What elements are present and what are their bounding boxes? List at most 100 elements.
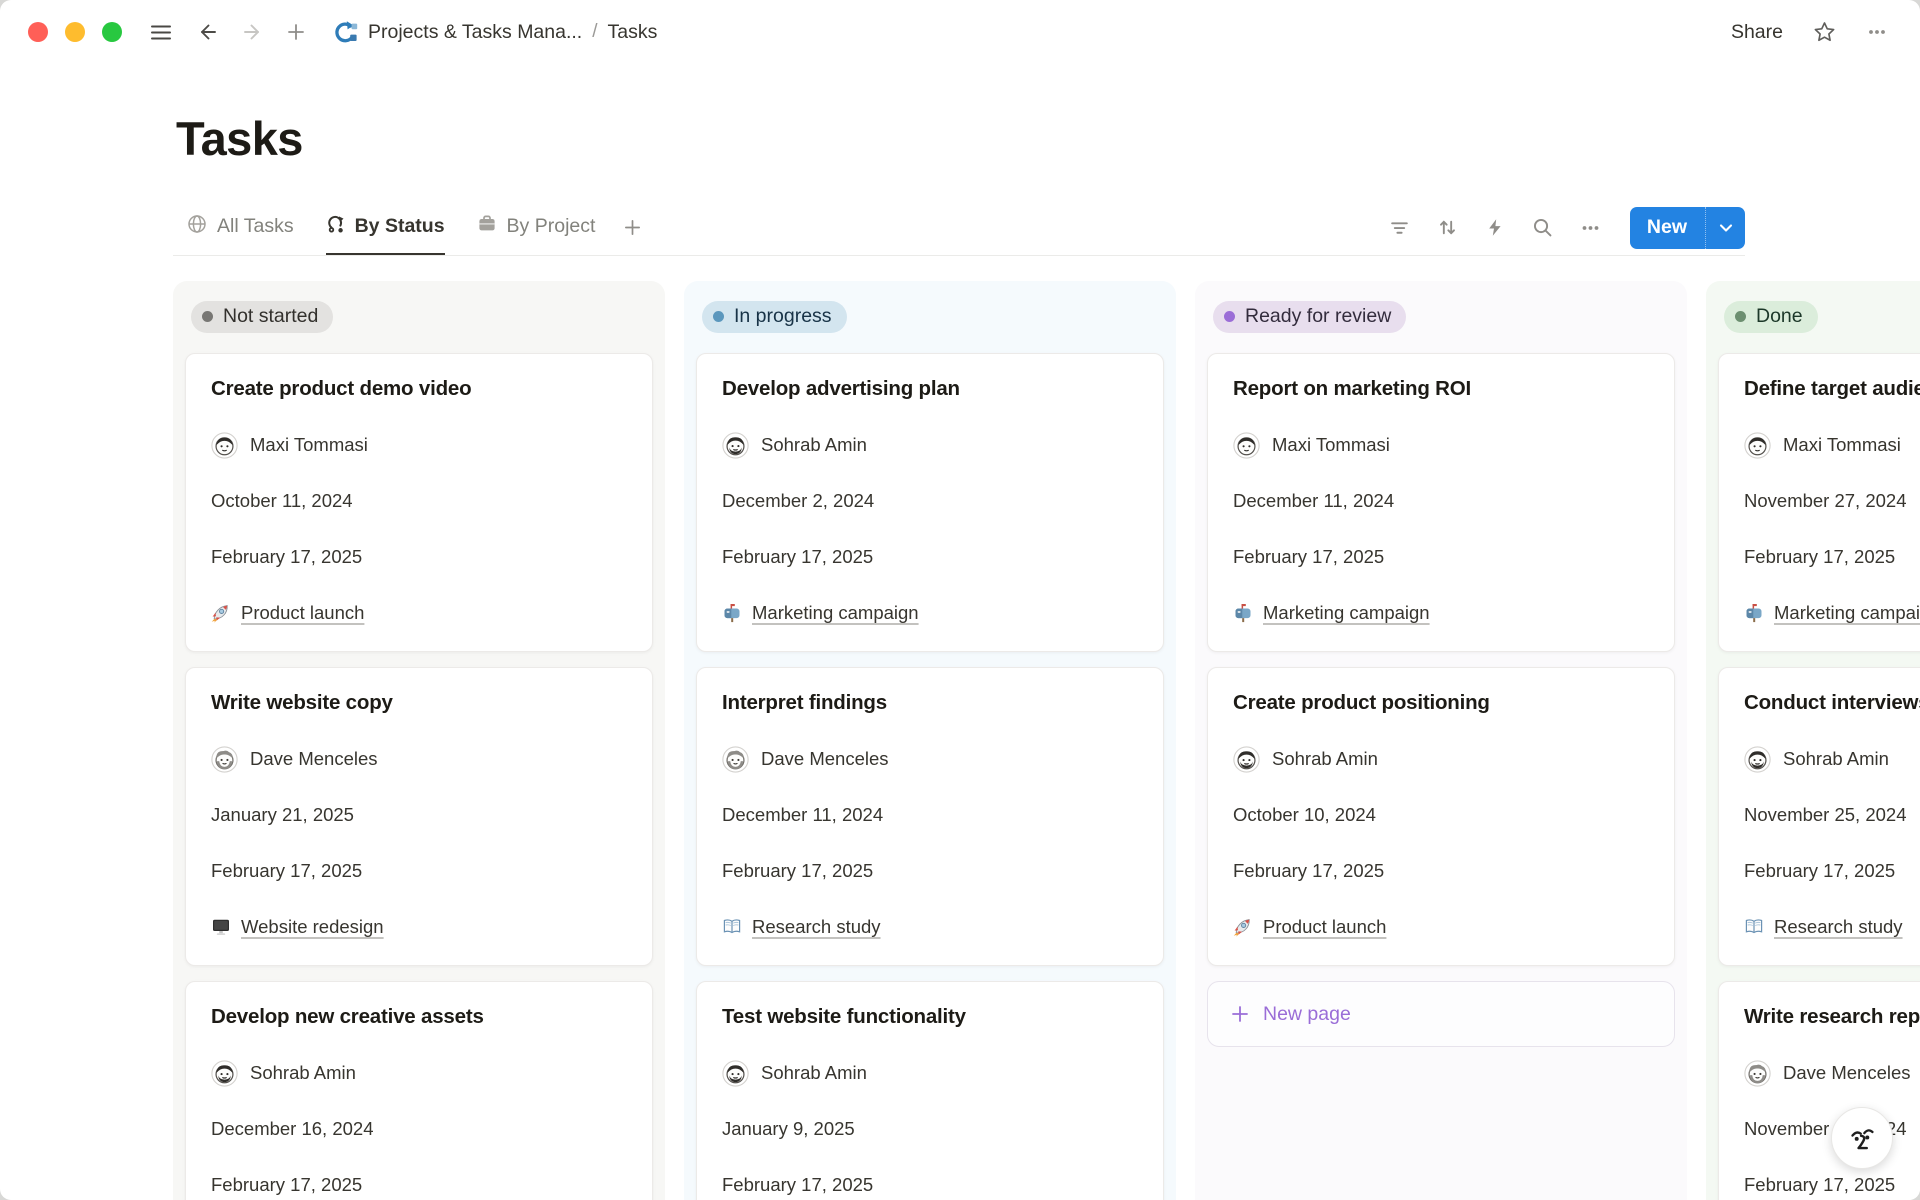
task-card[interactable]: Interpret findings Dave Menceles Decembe… [696,667,1164,966]
chevron-down-icon[interactable] [1705,207,1745,249]
due-date: February 17, 2025 [1233,857,1649,885]
status-label: In progress [734,305,832,328]
status-label: Done [1756,305,1803,328]
assignee-row: Sohrab Amin [722,431,1138,459]
tab-all-tasks[interactable]: All Tasks [187,200,294,255]
card-title: Report on marketing ROI [1233,375,1649,403]
column-header[interactable]: Not started [191,301,647,333]
window-controls [28,22,122,42]
avatar [1744,432,1771,459]
column-ready-for-review: Ready for review Report on marketing ROI… [1195,281,1687,1200]
project-link[interactable]: Product launch [211,602,364,624]
project-link[interactable]: Marketing campaign [1744,602,1920,624]
status-dot [202,311,213,322]
assignee-name: Sohrab Amin [1783,748,1889,770]
task-card[interactable]: Create product positioning Sohrab Amin O… [1207,667,1675,966]
back-icon[interactable] [198,22,218,42]
share-button[interactable]: Share [1731,21,1783,44]
avatar [1744,746,1771,773]
assignee-row: Dave Menceles [1744,1059,1920,1087]
open-book-icon [1744,917,1764,937]
task-card[interactable]: Write website copy Dave Menceles January… [185,667,653,966]
due-date: February 17, 2025 [1744,857,1920,885]
task-card[interactable]: Develop new creative assets Sohrab Amin … [185,981,653,1200]
zoom-window-button[interactable] [102,22,122,42]
project-name: Website redesign [241,916,384,938]
column-header[interactable]: Ready for review [1213,301,1669,333]
project-link[interactable]: Research study [1744,916,1903,938]
task-card[interactable]: Develop advertising plan Sohrab Amin Dec… [696,353,1164,652]
task-card[interactable]: Conduct interviews Sohrab Amin November … [1718,667,1920,966]
project-link[interactable]: Research study [722,916,881,938]
minimize-window-button[interactable] [65,22,85,42]
avatar [1233,432,1260,459]
assignee-row: Sohrab Amin [1233,745,1649,773]
assignee-name: Sohrab Amin [250,1062,356,1084]
doodle-face-icon [1845,1122,1879,1154]
task-card[interactable]: Report on marketing ROI Maxi Tommasi Dec… [1207,353,1675,652]
kanban-board: Not started Create product demo video Ma… [0,281,1920,1200]
project-name: Marketing campaign [1774,602,1920,624]
assignee-name: Sohrab Amin [761,434,867,456]
tab-by-project[interactable]: By Project [477,200,596,255]
due-date: February 17, 2025 [722,1171,1138,1199]
page-title: Tasks [176,110,1920,168]
project-link[interactable]: Product launch [1233,916,1386,938]
rocket-icon [1233,917,1253,937]
close-window-button[interactable] [28,22,48,42]
start-date: December 16, 2024 [211,1115,627,1143]
titlebar-actions: Share [1731,21,1888,44]
due-date: February 17, 2025 [1233,543,1649,571]
new-tab-icon[interactable] [286,22,306,42]
task-card[interactable]: Write research report Dave Menceles Nove… [1718,981,1920,1200]
project-link[interactable]: Website redesign [211,916,384,938]
plus-icon [1230,1004,1250,1024]
task-card[interactable]: Create product demo video Maxi Tommasi O… [185,353,653,652]
card-title: Conduct interviews [1744,689,1920,717]
assignee-name: Maxi Tommasi [1783,434,1901,456]
start-date: December 11, 2024 [1233,487,1649,515]
start-date: January 21, 2025 [211,801,627,829]
new-page-label: New page [1263,1003,1351,1026]
task-card[interactable]: Test website functionality Sohrab Amin J… [696,981,1164,1200]
add-view-icon[interactable] [623,218,642,237]
card-title: Develop advertising plan [722,375,1138,403]
project-link[interactable]: Marketing campaign [722,602,919,624]
sort-icon[interactable] [1437,217,1458,238]
project-link[interactable]: Marketing campaign [1233,602,1430,624]
breadcrumb-root-label: Projects & Tasks Mana... [368,21,582,44]
breadcrumb-current[interactable]: Tasks [608,21,658,44]
filter-icon[interactable] [1389,217,1410,238]
card-title: Interpret findings [722,689,1138,717]
assignee-row: Dave Menceles [211,745,627,773]
ai-assistant-button[interactable] [1831,1107,1893,1169]
globe-icon [187,214,207,240]
new-button-label: New [1630,207,1705,249]
assignee-row: Sohrab Amin [722,1059,1138,1087]
monitor-icon [211,917,231,937]
more-options-icon[interactable] [1866,22,1888,42]
search-icon[interactable] [1532,217,1553,238]
column-header[interactable]: Done [1724,301,1920,333]
sidebar-menu-icon[interactable] [150,22,172,43]
due-date: February 17, 2025 [211,543,627,571]
mailbox-icon [1233,603,1253,623]
assignee-row: Maxi Tommasi [1233,431,1649,459]
assignee-row: Maxi Tommasi [1744,431,1920,459]
due-date: February 17, 2025 [211,1171,627,1199]
start-date: December 2, 2024 [722,487,1138,515]
status-dot [1224,311,1235,322]
new-page-button[interactable]: New page [1207,981,1675,1047]
task-card[interactable]: Define target audience Maxi Tommasi Nove… [1718,353,1920,652]
forward-icon[interactable] [242,22,262,42]
view-more-icon[interactable] [1580,218,1601,238]
favorite-star-icon[interactable] [1813,21,1836,43]
breadcrumb-root[interactable]: Projects & Tasks Mana... [332,20,582,45]
lightning-icon[interactable] [1485,217,1505,238]
new-button[interactable]: New [1630,207,1745,249]
tab-by-status[interactable]: By Status [326,200,445,255]
due-date: February 17, 2025 [722,857,1138,885]
column-header[interactable]: In progress [702,301,1158,333]
start-date: October 11, 2024 [211,487,627,515]
assignee-name: Sohrab Amin [1272,748,1378,770]
